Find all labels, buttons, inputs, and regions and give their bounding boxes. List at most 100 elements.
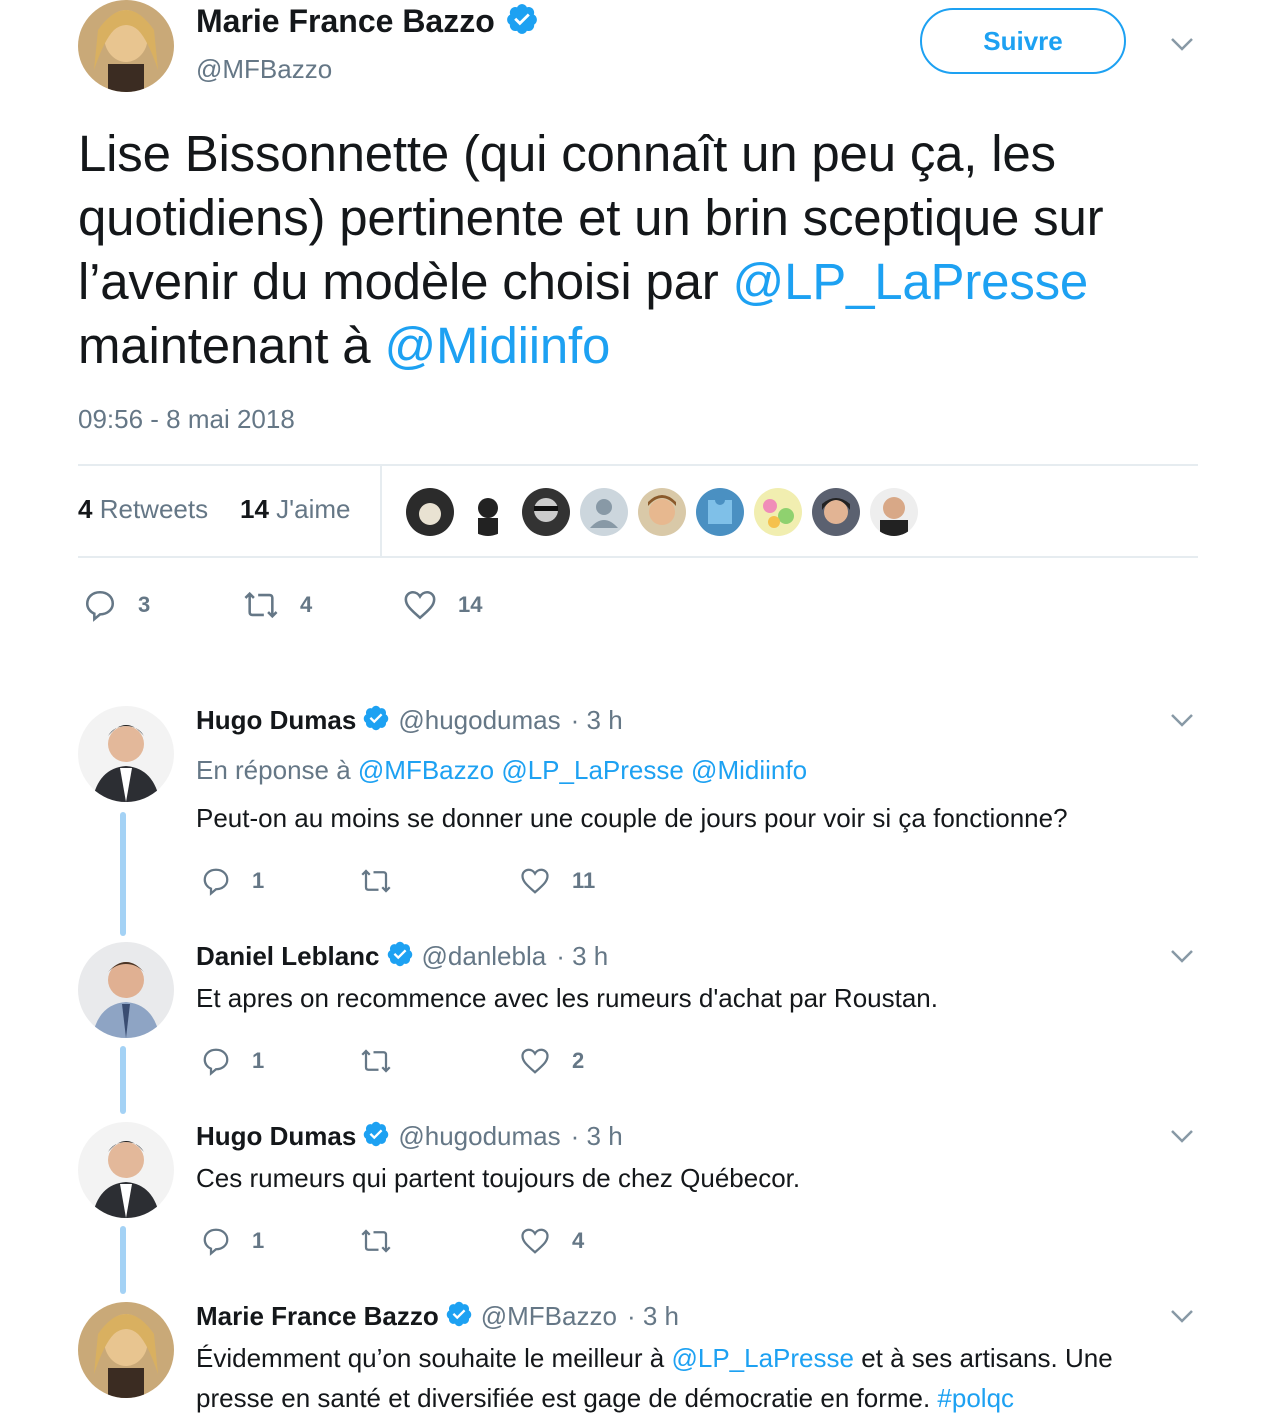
retweets-label: Retweets	[99, 494, 209, 524]
verified-badge-icon	[445, 1300, 473, 1333]
heart-icon	[521, 1048, 549, 1074]
liker-avatar[interactable]	[580, 488, 628, 536]
liker-avatar[interactable]	[522, 488, 570, 536]
retweets-count: 4	[78, 494, 93, 524]
retweet-icon	[361, 869, 391, 893]
reply-avatar[interactable]	[78, 706, 174, 802]
mention-link[interactable]: @LP_LaPresse	[671, 1343, 854, 1373]
reply-text: Peut-on au moins se donner une couple de…	[196, 803, 1068, 833]
reply-time[interactable]: · 3 h	[556, 941, 608, 972]
chevron-down-icon[interactable]	[1170, 712, 1194, 733]
reply-avatar[interactable]	[78, 942, 174, 1038]
retweet-icon	[244, 591, 278, 619]
retweets-stat[interactable]: 4 Retweets	[78, 494, 208, 525]
retweet-count: 4	[300, 592, 313, 617]
reply-count: 1	[252, 1228, 265, 1253]
reply-avatar[interactable]	[78, 1302, 174, 1398]
reply-author-name[interactable]: Marie France Bazzo	[196, 1301, 439, 1332]
divider	[78, 464, 1198, 466]
like-count: 4	[572, 1228, 585, 1253]
reply-author-name[interactable]: Hugo Dumas	[196, 705, 356, 736]
like-count: 14	[458, 592, 483, 617]
reply-icon	[203, 868, 229, 896]
tweet-text: Lise Bissonnette (qui connaît un peu ça,…	[78, 122, 1218, 378]
chevron-down-icon[interactable]	[1170, 1308, 1194, 1329]
likes-label: J'aime	[276, 494, 351, 524]
reply-time[interactable]: · 3 h	[627, 1301, 679, 1332]
verified-badge-icon	[386, 940, 414, 973]
like-button[interactable]: 11	[518, 866, 595, 896]
author-avatar[interactable]	[78, 0, 174, 92]
likes-count: 14	[240, 494, 269, 524]
reply-button[interactable]: 1	[200, 866, 264, 896]
mention-link[interactable]: @Midiinfo	[384, 317, 610, 374]
retweet-icon	[361, 1049, 391, 1073]
chevron-down-icon[interactable]	[1170, 948, 1194, 969]
reply-count: 3	[138, 592, 151, 617]
reply-time[interactable]: · 3 h	[571, 705, 623, 736]
verified-badge-icon	[505, 2, 539, 41]
retweet-button[interactable]	[358, 1226, 414, 1256]
reply-author-name[interactable]: Hugo Dumas	[196, 1121, 356, 1152]
follow-button[interactable]: Suivre	[920, 8, 1126, 74]
liker-avatar[interactable]	[754, 488, 802, 536]
liker-avatar[interactable]	[696, 488, 744, 536]
reply-icon	[203, 1048, 229, 1076]
thread-line	[120, 1226, 126, 1294]
stats-separator	[380, 466, 382, 558]
retweet-icon	[361, 1229, 391, 1253]
reply-text: Évidemment qu’on souhaite le meilleur à …	[196, 1338, 1196, 1418]
hashtag-link[interactable]: #polqc	[937, 1383, 1014, 1413]
author-handle[interactable]: @MFBazzo	[196, 54, 332, 85]
reply-count: 1	[252, 1048, 265, 1073]
liker-avatar[interactable]	[406, 488, 454, 536]
liker-avatar[interactable]	[464, 488, 512, 536]
reply-icon	[203, 1228, 229, 1256]
thread-line	[120, 812, 126, 936]
thread-line	[120, 1046, 126, 1114]
retweet-button[interactable]: 4	[242, 588, 312, 622]
like-count: 2	[572, 1048, 585, 1073]
reply-author-name[interactable]: Daniel Leblanc	[196, 941, 380, 972]
like-count: 11	[572, 868, 596, 893]
reply-button[interactable]: 3	[82, 588, 150, 622]
retweet-button[interactable]	[358, 1046, 414, 1076]
reply-count: 1	[252, 868, 265, 893]
reply-icon	[85, 590, 115, 622]
reply-button[interactable]: 1	[200, 1046, 264, 1076]
retweet-button[interactable]	[358, 866, 414, 896]
reply-author-handle[interactable]: @hugodumas	[398, 1121, 560, 1152]
reply-time[interactable]: · 3 h	[571, 1121, 623, 1152]
reply-text-part: Évidemment qu’on souhaite le meilleur à	[196, 1343, 672, 1373]
author-name[interactable]: Marie France Bazzo	[196, 3, 495, 40]
like-button[interactable]: 14	[402, 588, 482, 622]
heart-icon	[404, 590, 436, 620]
reply-author-handle[interactable]: @danlebla	[422, 941, 547, 972]
like-button[interactable]: 2	[518, 1046, 584, 1076]
verified-badge-icon	[362, 704, 390, 737]
heart-icon	[521, 868, 549, 894]
reply-mentions[interactable]: @MFBazzo @LP_LaPresse @Midiinfo	[358, 755, 807, 785]
verified-badge-icon	[362, 1120, 390, 1153]
reply-context: En réponse à @MFBazzo @LP_LaPresse @Midi…	[196, 750, 807, 790]
divider	[78, 556, 1198, 558]
likes-stat[interactable]: 14 J'aime	[240, 494, 350, 525]
tweet-text-part: maintenant à	[78, 317, 385, 374]
reply-avatar[interactable]	[78, 1122, 174, 1218]
chevron-down-icon[interactable]	[1170, 1128, 1194, 1149]
reply-text: Et apres on recommence avec les rumeurs …	[196, 983, 938, 1013]
liker-avatar[interactable]	[638, 488, 686, 536]
heart-icon	[521, 1228, 549, 1254]
reply-text: Ces rumeurs qui partent toujours de chez…	[196, 1163, 801, 1193]
reply-author-handle[interactable]: @hugodumas	[398, 705, 560, 736]
reply-prefix: En réponse à	[196, 755, 351, 785]
reply-author-handle[interactable]: @MFBazzo	[481, 1301, 617, 1332]
chevron-down-icon[interactable]	[1170, 36, 1194, 57]
reply-button[interactable]: 1	[200, 1226, 264, 1256]
liker-avatar[interactable]	[812, 488, 860, 536]
liker-avatars	[406, 488, 918, 536]
liker-avatar[interactable]	[870, 488, 918, 536]
tweet-timestamp[interactable]: 09:56 - 8 mai 2018	[78, 404, 295, 435]
like-button[interactable]: 4	[518, 1226, 584, 1256]
mention-link[interactable]: @LP_LaPresse	[733, 253, 1089, 310]
